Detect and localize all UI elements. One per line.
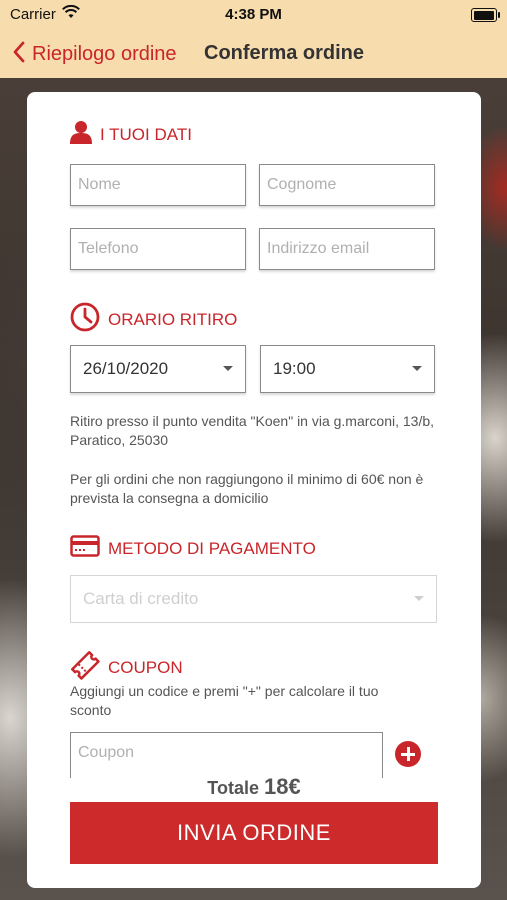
section-header-dati: I TUOI DATI xyxy=(70,120,192,149)
section-title-orario: ORARIO RITIRO xyxy=(108,309,238,329)
person-icon xyxy=(70,120,92,149)
email-placeholder: Indirizzo email xyxy=(267,240,370,257)
coupon-hint: Aggiungi un codice e premi "+" per calco… xyxy=(70,683,379,718)
plus-circle-icon[interactable] xyxy=(395,741,421,767)
chevron-left-icon xyxy=(12,40,26,69)
pickup-location-note: Ritiro presso il punto vendita "Koen" in… xyxy=(70,413,435,448)
clock-icon xyxy=(70,302,100,337)
section-header-orario: ORARIO RITIRO xyxy=(70,302,237,337)
clock-time: 4:38 PM xyxy=(225,6,282,23)
nome-placeholder: Nome xyxy=(78,176,121,193)
order-form-card: I TUOI DATI Nome Cognome Telefono Indiri… xyxy=(27,92,481,888)
credit-card-icon xyxy=(70,535,100,562)
pickup-time-value: 19:00 xyxy=(273,359,316,378)
nome-input[interactable]: Nome xyxy=(70,164,246,206)
order-total: Totale 18€ xyxy=(27,774,481,800)
pickup-date-select[interactable]: 26/10/2020 xyxy=(70,345,246,393)
section-title-coupon: COUPON xyxy=(108,657,183,677)
navigation-bar: Riepilogo ordine Conferma ordine xyxy=(0,30,507,78)
battery-icon xyxy=(471,8,500,22)
section-header-pagamento: METODO DI PAGAMENTO xyxy=(70,535,316,562)
section-title-pagamento: METODO DI PAGAMENTO xyxy=(108,538,316,558)
total-label: Totale xyxy=(207,778,259,798)
section-title-dati: I TUOI DATI xyxy=(100,124,192,144)
status-bar: Carrier 4:38 PM xyxy=(0,0,507,30)
telefono-placeholder: Telefono xyxy=(78,240,139,257)
back-button[interactable]: Riepilogo ordine xyxy=(12,40,177,69)
telefono-input[interactable]: Telefono xyxy=(70,228,246,270)
caret-down-icon xyxy=(223,366,233,371)
submit-order-button[interactable]: INVIA ORDINE xyxy=(70,802,438,864)
ticket-icon xyxy=(70,650,100,685)
back-button-label: Riepilogo ordine xyxy=(32,43,177,65)
coupon-input[interactable]: Coupon xyxy=(70,732,383,778)
email-input[interactable]: Indirizzo email xyxy=(259,228,435,270)
total-amount: 18€ xyxy=(263,774,301,799)
pickup-time-select[interactable]: 19:00 xyxy=(260,345,435,393)
section-header-coupon: COUPON xyxy=(70,650,183,685)
caret-down-icon xyxy=(412,366,422,371)
caret-down-icon xyxy=(414,596,424,601)
minimum-order-note: Per gli ordini che non raggiungono il mi… xyxy=(70,471,424,506)
coupon-placeholder: Coupon xyxy=(78,744,135,761)
payment-method-select[interactable]: Carta di credito xyxy=(70,575,437,623)
payment-method-value: Carta di credito xyxy=(83,589,199,608)
page-title: Conferma ordine xyxy=(204,42,365,64)
pickup-date-value: 26/10/2020 xyxy=(83,359,169,378)
cognome-input[interactable]: Cognome xyxy=(259,164,435,206)
cognome-placeholder: Cognome xyxy=(267,176,337,193)
